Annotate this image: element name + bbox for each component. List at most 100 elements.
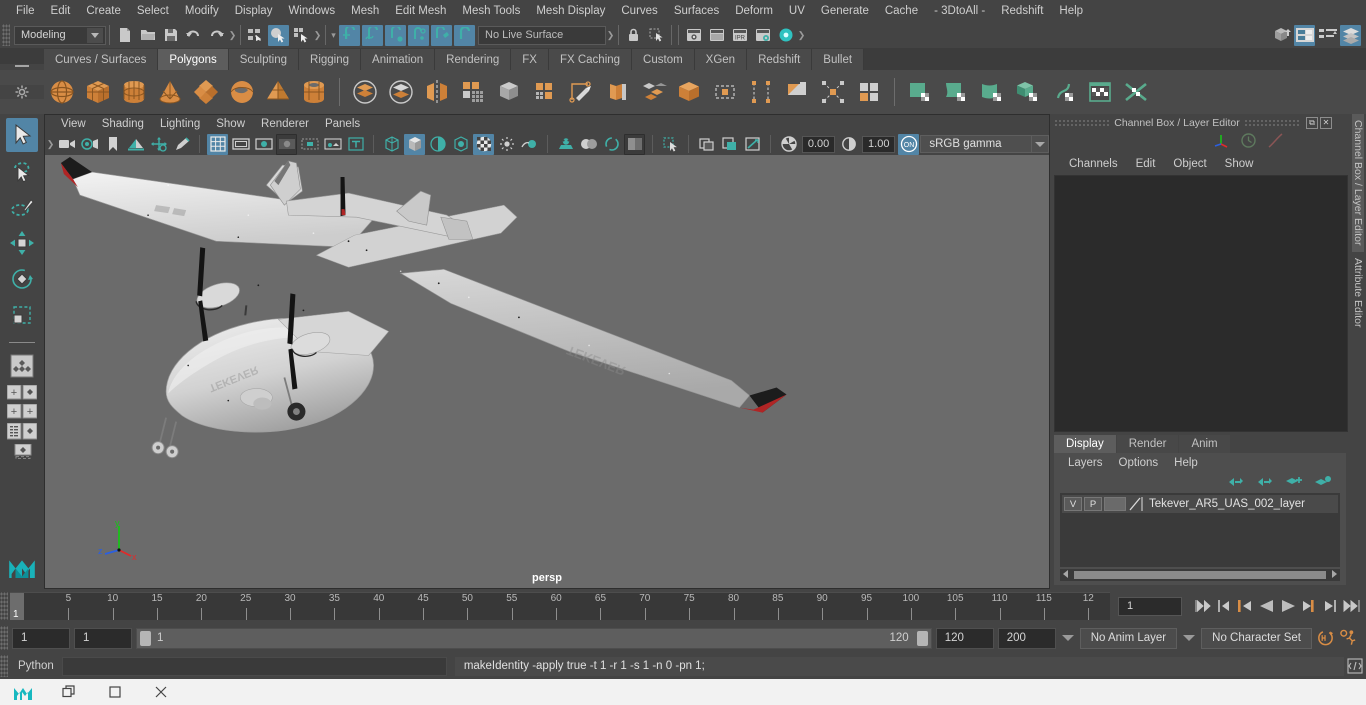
collapse-arrow-icon[interactable]: ❯: [606, 25, 615, 45]
multi-cut-icon[interactable]: [636, 75, 670, 109]
character-set-dropdown-arrow-icon[interactable]: [1181, 628, 1197, 648]
shelf-tab-sculpting[interactable]: Sculpting: [228, 49, 300, 70]
current-time-indicator[interactable]: 1: [10, 593, 24, 620]
sculpt-mesh-icon[interactable]: [939, 75, 973, 109]
layer-playback-toggle[interactable]: P: [1084, 497, 1102, 511]
camera-attributes-icon[interactable]: [79, 134, 100, 155]
channel-menu-object[interactable]: Object: [1164, 158, 1215, 170]
rotate-tool-icon[interactable]: [6, 262, 38, 296]
command-language-label[interactable]: Python: [8, 660, 62, 672]
shelf-tab-curves-surfaces[interactable]: Curves / Surfaces: [44, 49, 159, 70]
move-layer-down-icon[interactable]: [1257, 475, 1274, 491]
menu-mesh[interactable]: Mesh: [343, 0, 387, 22]
render-current-frame-icon[interactable]: [683, 25, 704, 46]
channel-menu-channels[interactable]: Channels: [1060, 158, 1127, 170]
hypergraph-persp-layout-icon[interactable]: [7, 444, 37, 459]
uv-editor-icon[interactable]: [1011, 75, 1045, 109]
animation-start-field[interactable]: 1: [12, 627, 70, 649]
range-left-handle[interactable]: [140, 630, 151, 646]
go-to-start-icon[interactable]: [1194, 596, 1213, 616]
combine-icon[interactable]: [348, 75, 382, 109]
text-overlay-icon[interactable]: [345, 134, 366, 155]
bridge-icon[interactable]: [600, 75, 634, 109]
shelf-tab-polygons[interactable]: Polygons: [158, 49, 229, 70]
select-by-component-icon[interactable]: [291, 25, 312, 46]
channel-box-curve-icon[interactable]: [1267, 132, 1284, 152]
menu-select[interactable]: Select: [129, 0, 177, 22]
menu-mesh-tools[interactable]: Mesh Tools: [454, 0, 528, 22]
auto-keyframe-icon[interactable]: [1316, 628, 1335, 648]
shelf-tab-animation[interactable]: Animation: [361, 49, 436, 70]
shelf-tab-bullet[interactable]: Bullet: [812, 49, 865, 70]
time-slider-grip[interactable]: [0, 592, 8, 620]
layer-name[interactable]: Tekever_AR5_UAS_002_layer: [1146, 498, 1305, 510]
menu-uv[interactable]: UV: [781, 0, 813, 22]
uv-layout-icon[interactable]: [1083, 75, 1117, 109]
two-d-pan-zoom-icon[interactable]: [148, 134, 169, 155]
xray-active-components-icon[interactable]: [742, 134, 763, 155]
menu-display[interactable]: Display: [227, 0, 281, 22]
scene-3d-model[interactable]: TEKEVER TEKEVER: [45, 155, 1049, 588]
show-hide-modeling-toolkit-icon[interactable]: [1271, 25, 1292, 46]
move-layer-up-icon[interactable]: [1228, 475, 1245, 491]
collapse-arrow-icon[interactable]: ❯: [228, 25, 237, 45]
menu-edit-mesh[interactable]: Edit Mesh: [387, 0, 454, 22]
channel-menu-edit[interactable]: Edit: [1127, 158, 1165, 170]
panel-grip-left[interactable]: [1054, 119, 1111, 126]
collapse-arrow-icon[interactable]: ❯: [313, 25, 322, 45]
uv-unfold-icon[interactable]: [1119, 75, 1153, 109]
panel-grip-right[interactable]: [1243, 119, 1300, 126]
layer-shading-toggle[interactable]: [1104, 497, 1126, 511]
snap-to-view-plane-icon[interactable]: [431, 24, 452, 46]
last-tool-icon[interactable]: [6, 349, 38, 383]
menu-file[interactable]: File: [8, 0, 43, 22]
layer-menu-help[interactable]: Help: [1166, 457, 1206, 469]
time-slider[interactable]: 1 5 10 15 20 25 30 35 40 45 50 55 60 65 70 75 80 85 90 95 1…: [10, 592, 1110, 620]
resolution-gate-icon[interactable]: [253, 134, 274, 155]
channel-menu-show[interactable]: Show: [1216, 158, 1263, 170]
motion-blur-icon[interactable]: [601, 134, 622, 155]
expand-arrow-icon[interactable]: ▾: [329, 25, 338, 45]
xray-joints-icon[interactable]: [719, 134, 740, 155]
four-view-layout-icon[interactable]: + +: [7, 404, 37, 419]
gamma-field[interactable]: 1.00: [862, 135, 896, 153]
exclusive-select-icon[interactable]: [646, 25, 667, 46]
range-right-handle[interactable]: [916, 630, 928, 646]
play-forwards-icon[interactable]: [1278, 596, 1297, 616]
paint-select-tool-icon[interactable]: [6, 190, 38, 224]
status-line-grip[interactable]: [2, 24, 10, 46]
menu-surfaces[interactable]: Surfaces: [666, 0, 727, 22]
panel-menu-shading[interactable]: Shading: [94, 118, 152, 130]
poly-pipe-icon[interactable]: [297, 75, 331, 109]
menu-edit[interactable]: Edit: [43, 0, 79, 22]
menu-create[interactable]: Create: [78, 0, 129, 22]
step-forward-key-icon[interactable]: [1299, 596, 1318, 616]
single-perspective-layout-icon[interactable]: +: [7, 385, 37, 400]
create-new-layer-icon[interactable]: [1286, 475, 1303, 491]
select-tool-icon[interactable]: [6, 118, 38, 152]
menu-mesh-display[interactable]: Mesh Display: [528, 0, 613, 22]
layer-tab-anim[interactable]: Anim: [1179, 435, 1230, 453]
layer-menu-layers[interactable]: Layers: [1060, 457, 1111, 469]
range-start-field[interactable]: 1: [74, 627, 132, 649]
create-layer-from-selected-icon[interactable]: [1315, 475, 1332, 491]
poly-sphere-icon[interactable]: [45, 75, 79, 109]
shaded-wireframe-icon[interactable]: [427, 134, 448, 155]
poly-torus-icon[interactable]: [225, 75, 259, 109]
animation-preferences-icon[interactable]: [1339, 628, 1358, 648]
close-icon[interactable]: ✕: [1320, 116, 1332, 129]
range-slider-grip[interactable]: [0, 626, 8, 650]
chevron-down-icon[interactable]: [1031, 135, 1049, 153]
sculpt-tool-icon[interactable]: [975, 75, 1009, 109]
smooth-icon[interactable]: [456, 75, 490, 109]
ipr-render-icon[interactable]: IPR: [729, 25, 750, 46]
film-gate-icon[interactable]: [230, 134, 251, 155]
shelf-tab-redshift[interactable]: Redshift: [747, 49, 813, 70]
make-live-icon[interactable]: [454, 24, 475, 46]
maya-app-icon[interactable]: [0, 679, 46, 705]
layer-list[interactable]: V P Tekever_AR5_UAS_002_layer: [1060, 493, 1340, 567]
lasso-select-tool-icon[interactable]: [6, 154, 38, 188]
restore-window-icon[interactable]: [46, 679, 92, 705]
command-input[interactable]: [61, 656, 447, 676]
current-frame-field[interactable]: 1: [1118, 596, 1182, 616]
